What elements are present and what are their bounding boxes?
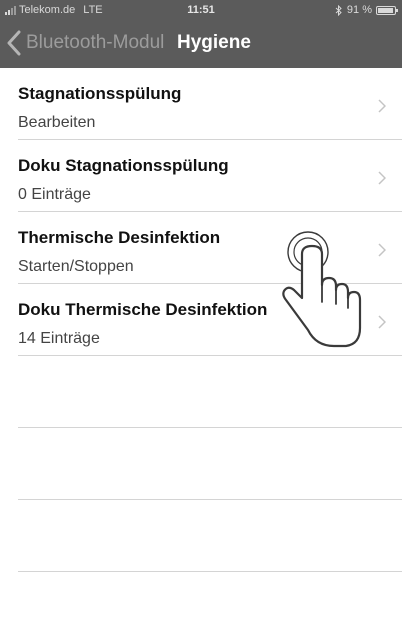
- list-item-stagnation[interactable]: Stagnationsspülung Bearbeiten: [18, 68, 402, 140]
- navigation-bar: Bluetooth-Modul Hygiene: [0, 20, 402, 68]
- list-item-doku-thermal-disinfection[interactable]: Doku Thermische Desinfektion 14 Einträge: [18, 284, 402, 356]
- list-item-subtitle: Starten/Stoppen: [18, 258, 134, 275]
- status-bar: Telekom.de LTE 11:51 91 %: [0, 0, 402, 20]
- list-item-title: Doku Stagnationsspülung: [18, 156, 229, 175]
- chevron-right-icon: [378, 315, 386, 329]
- page-title: Hygiene: [177, 32, 251, 53]
- empty-row: [18, 500, 402, 572]
- list-item-subtitle: Bearbeiten: [18, 114, 96, 131]
- status-bar-left: Telekom.de LTE: [5, 4, 103, 16]
- list-item-thermal-disinfection[interactable]: Thermische Desinfektion Starten/Stoppen: [18, 212, 402, 284]
- list-item-title: Stagnationsspülung: [18, 84, 182, 103]
- list-item-subtitle: 14 Einträge: [18, 330, 100, 347]
- chevron-right-icon: [378, 99, 386, 113]
- status-bar-right: 91 %: [335, 4, 398, 16]
- list-item-title: Doku Thermische Desinfektion: [18, 300, 268, 319]
- empty-row: [18, 428, 402, 500]
- clock: 11:51: [187, 4, 215, 16]
- list-item-subtitle: 0 Einträge: [18, 186, 91, 203]
- empty-row: [18, 356, 402, 428]
- chevron-right-icon: [378, 243, 386, 257]
- list-item-title: Thermische Desinfektion: [18, 228, 221, 247]
- back-chevron-icon[interactable]: [6, 30, 22, 56]
- battery-percent: 91 %: [346, 4, 372, 16]
- battery-fill: [378, 7, 393, 13]
- battery-icon: [376, 5, 398, 15]
- bluetooth-icon: [335, 4, 342, 16]
- network-type: LTE: [83, 4, 103, 16]
- carrier-name: Telekom.de: [19, 4, 76, 16]
- back-button[interactable]: Bluetooth-Modul: [26, 32, 164, 54]
- list-item-doku-stagnation[interactable]: Doku Stagnationsspülung 0 Einträge: [18, 140, 402, 212]
- chevron-right-icon: [378, 171, 386, 185]
- signal-icon: [5, 5, 16, 15]
- settings-list: Stagnationsspülung Bearbeiten Doku Stagn…: [0, 68, 402, 572]
